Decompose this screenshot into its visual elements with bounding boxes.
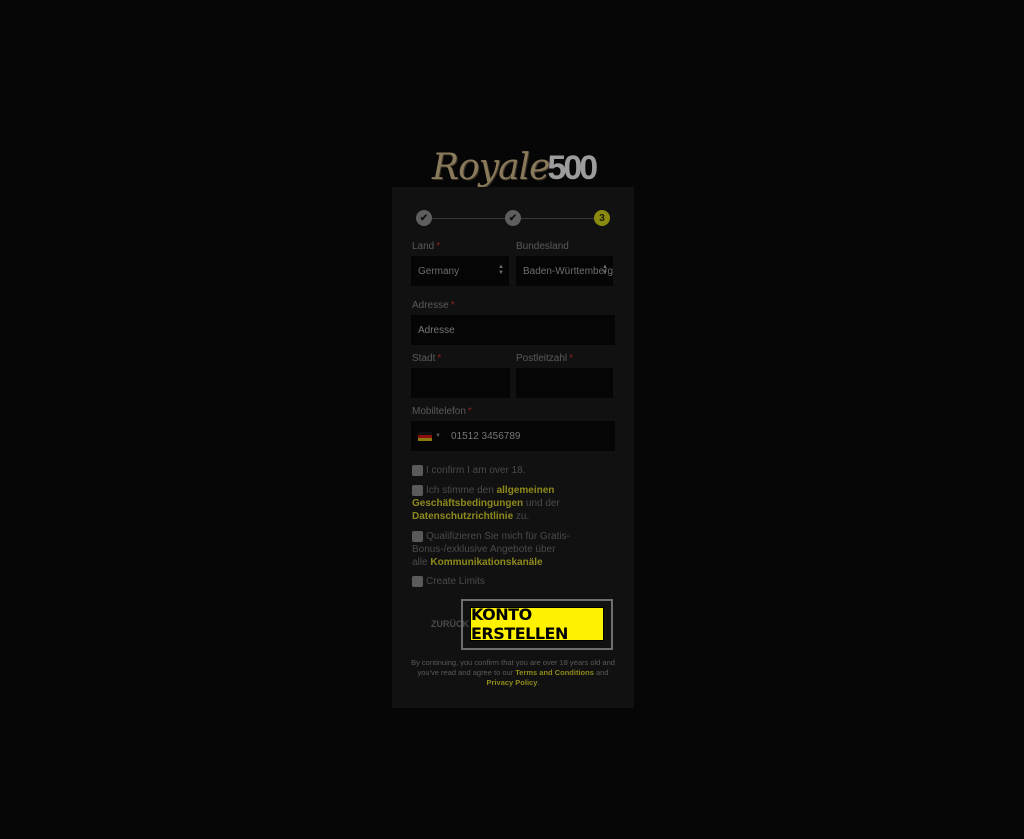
mobiltelefon-value: 01512 3456789 bbox=[450, 430, 521, 442]
create-account-button[interactable]: KONTO ERSTELLEN bbox=[470, 605, 604, 643]
land-select[interactable]: Germany ▲ ▼ bbox=[411, 256, 509, 286]
logo-script-text: Royale bbox=[432, 147, 550, 188]
chevron-down-icon[interactable]: ▼ bbox=[435, 433, 441, 439]
bonus-checkbox-label: Qualifizieren Sie mich für Gratis-Bonus-… bbox=[412, 531, 570, 568]
stepper-line-2 bbox=[521, 218, 594, 219]
adresse-input[interactable]: Adresse bbox=[411, 315, 615, 345]
registration-card: ✔ ✔ 3 Land * Bundesland Germany ▲ ▼ Baden-… bbox=[392, 187, 634, 708]
limits-checkbox-label: Create Limits bbox=[426, 576, 485, 587]
stepper-line-1 bbox=[432, 218, 505, 219]
bundesland-label: Bundesland bbox=[516, 241, 569, 252]
postleitzahl-label: Postleitzahl * bbox=[516, 353, 574, 364]
mobiltelefon-label: Mobiltelefon * bbox=[412, 406, 472, 417]
privacy-link[interactable]: Datenschutzrichtlinie bbox=[412, 511, 513, 522]
step-2-check-icon: ✔ bbox=[505, 210, 521, 226]
age-checkbox-label: I confirm I am over 18. bbox=[426, 465, 526, 476]
postleitzahl-input[interactable] bbox=[516, 368, 613, 398]
legal-notice: By continuing, you confirm that you are … bbox=[411, 658, 615, 687]
age-checkbox[interactable] bbox=[412, 465, 423, 476]
limits-checkbox[interactable] bbox=[412, 576, 423, 587]
stadt-label: Stadt * bbox=[412, 353, 442, 364]
terms-checkbox-label: Ich stimme den allgemeinen Geschäftsbedi… bbox=[412, 485, 560, 522]
adresse-placeholder: Adresse bbox=[418, 324, 455, 336]
select-arrows-icon: ▲ ▼ bbox=[602, 264, 608, 276]
terms-and-conditions-link[interactable]: Terms and Conditions bbox=[515, 668, 594, 677]
step-1-check-icon: ✔ bbox=[416, 210, 432, 226]
mobiltelefon-input[interactable]: ▼ 01512 3456789 bbox=[411, 421, 615, 451]
germany-flag-icon[interactable] bbox=[418, 431, 432, 441]
land-label: Land * bbox=[412, 241, 441, 252]
select-arrows-icon: ▲ ▼ bbox=[498, 264, 504, 276]
logo-number-text: 500 bbox=[547, 149, 598, 187]
progress-stepper: ✔ ✔ 3 bbox=[416, 209, 610, 227]
royale500-logo: Royale 500 bbox=[432, 140, 602, 188]
land-select-value: Germany bbox=[418, 265, 460, 277]
bundesland-select[interactable]: Baden-Württemberg ▲ ▼ bbox=[516, 256, 613, 286]
privacy-policy-link[interactable]: Privacy Policy bbox=[487, 678, 538, 687]
communication-channels-link[interactable]: Kommunikationskanäle bbox=[430, 557, 542, 568]
stadt-input[interactable] bbox=[411, 368, 510, 398]
bundesland-select-value: Baden-Württemberg bbox=[523, 265, 613, 277]
adresse-label: Adresse * bbox=[412, 300, 455, 311]
step-3-indicator: 3 bbox=[594, 210, 610, 226]
